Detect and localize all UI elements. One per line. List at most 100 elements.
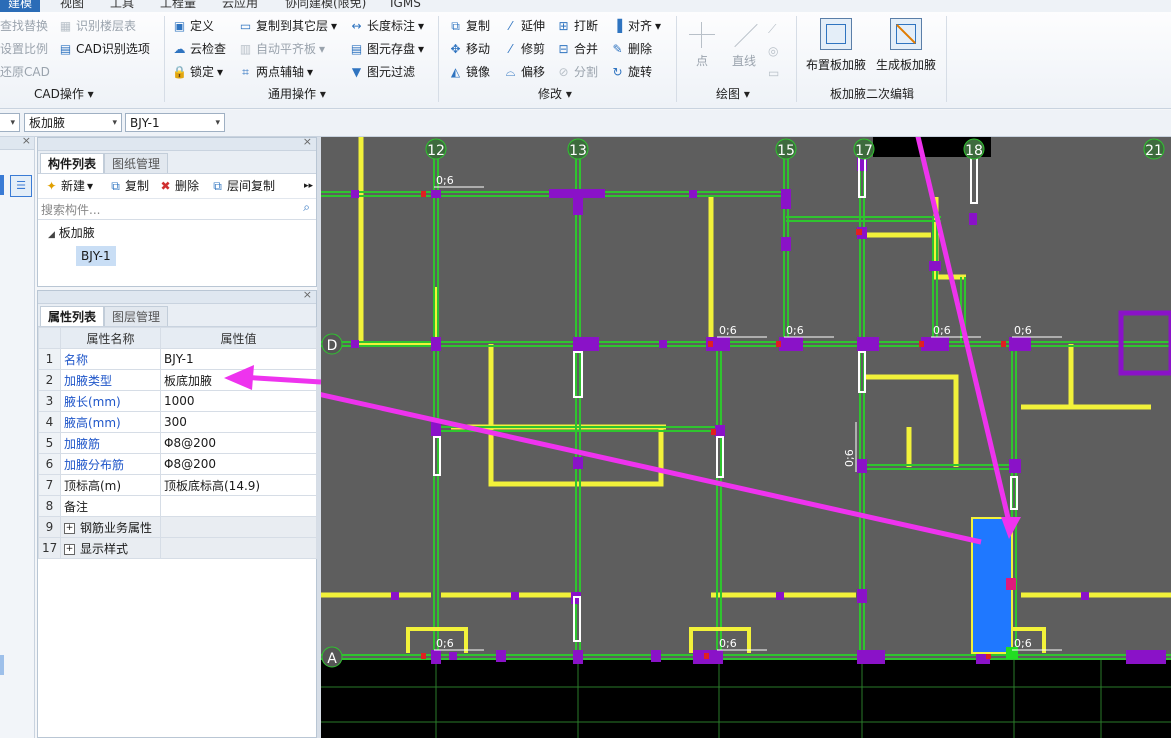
menu-tab-cloud[interactable]: 云应用 xyxy=(222,0,258,12)
expand-row[interactable]: + 显示样式 xyxy=(60,537,161,559)
expand-icon[interactable]: + xyxy=(64,522,75,534)
two-point-axis-button[interactable]: ⌗ 两点辅轴 ▾ xyxy=(238,62,313,82)
auto-align-slab-button[interactable]: ▥ 自动平齐板 ▾ xyxy=(238,39,325,59)
dim-label: 0;6 xyxy=(719,637,737,650)
draw-shape-icons[interactable]: ⟋ ◎ ▭ xyxy=(768,18,779,84)
close-icon[interactable]: × xyxy=(303,288,312,301)
tree-node-slab-haunch[interactable]: ◢ 板加腋 xyxy=(48,224,95,241)
menu-tab-tools[interactable]: 工具 xyxy=(110,0,134,12)
search-input[interactable]: 搜索构件... xyxy=(41,201,100,218)
delete-button[interactable]: ✎ 删除 xyxy=(610,39,652,59)
copy-button[interactable]: ⧉ 复制 xyxy=(448,16,490,36)
lock-icon: 🔒 xyxy=(172,64,187,79)
cad-group-label[interactable]: CAD操作 ▾ xyxy=(34,84,94,104)
tab-drawing-manage[interactable]: 图纸管理 xyxy=(104,153,169,173)
type-selector[interactable]: 板加腋 ▾ xyxy=(24,113,122,132)
tab-property-list[interactable]: 属性列表 xyxy=(40,306,105,326)
place-slab-haunch-button[interactable]: 布置板加腋 xyxy=(804,18,868,73)
floor-plan[interactable]: 0;6 0;6 0;6 0;6 0;6 0;6 0;6 0;6 0;6 12 1… xyxy=(321,137,1171,738)
more-toolbar-icon[interactable]: ▸▸ xyxy=(304,177,313,195)
tree-node-bjy1[interactable]: BJY-1 xyxy=(76,246,116,266)
offset-button[interactable]: ⌓ 偏移 xyxy=(503,62,545,82)
move-button[interactable]: ✥ 移动 xyxy=(448,39,490,59)
merge-button[interactable]: ⊟ 合并 xyxy=(556,39,598,59)
element-filter-button[interactable]: ▼ 图元过滤 xyxy=(349,62,415,82)
length-dim-button[interactable]: ↔ 长度标注 ▾ xyxy=(349,16,424,36)
identify-floor-table-button[interactable]: ▦ 识别楼层表 xyxy=(58,16,136,36)
table-row: 4 腋高(mm) 300 xyxy=(38,411,317,433)
cad-options-button[interactable]: ▤ CAD识别选项 xyxy=(58,39,150,59)
nav-tab-indicator[interactable] xyxy=(0,175,4,195)
property-value[interactable]: 300 xyxy=(160,411,317,433)
close-icon[interactable]: × xyxy=(22,134,31,147)
split-button[interactable]: ⊘ 分割 xyxy=(556,62,598,82)
define-button[interactable]: ▣ 定义 xyxy=(172,16,214,36)
header-value: 属性值 xyxy=(160,327,317,349)
cloud-icon: ☁ xyxy=(173,41,186,56)
copy-to-floor-button[interactable]: ▭ 复制到其它层 ▾ xyxy=(238,16,337,36)
cloud-check-button[interactable]: ☁ 云检查 xyxy=(172,39,227,59)
trim-button[interactable]: ⁄ 修剪 xyxy=(503,39,545,59)
floor-selector[interactable]: ▾ xyxy=(0,113,20,132)
copy-component-button[interactable]: ⧉ 复制 xyxy=(108,177,149,195)
ribbon: 查找替换 ▦ 识别楼层表 设置比例 ▤ CAD识别选项 还原CAD CAD操作 ▾ … xyxy=(0,12,1171,109)
cad-icon: ▤ xyxy=(59,41,72,56)
search-box[interactable]: 搜索构件... ⌕ xyxy=(38,199,316,220)
filter-icon: ▼ xyxy=(351,64,362,79)
break-icon: ⊞ xyxy=(558,18,569,33)
break-button[interactable]: ⊞ 打断 xyxy=(556,16,598,36)
component-selector[interactable]: BJY-1 ▾ xyxy=(125,113,225,132)
list-view-icon[interactable]: ☰ xyxy=(10,175,32,197)
restore-cad-button[interactable]: 还原CAD xyxy=(0,62,50,82)
lock-button[interactable]: 🔒 锁定 ▾ xyxy=(172,62,223,82)
nav-scroll-marker[interactable] xyxy=(0,655,4,675)
property-value[interactable]: Φ8@200 xyxy=(160,453,317,475)
property-value[interactable]: 顶板底标高(14.9) xyxy=(160,474,317,496)
dim-label: 0;6 xyxy=(436,174,454,187)
menu-tab-collab[interactable]: 协同建模(限免) xyxy=(285,0,366,12)
move-icon: ✥ xyxy=(450,41,461,56)
set-scale-button[interactable]: 设置比例 xyxy=(0,39,48,59)
expand-row[interactable]: + 钢筋业务属性 xyxy=(60,516,161,538)
delete-component-button[interactable]: ✖ 删除 xyxy=(158,177,199,195)
property-value[interactable]: Φ8@200 xyxy=(160,432,317,454)
draw-point-button[interactable]: 点 xyxy=(686,18,718,69)
floor-copy-button[interactable]: ⧉ 层间复制 xyxy=(210,177,275,195)
expand-icon[interactable]: + xyxy=(64,543,75,555)
generate-slab-haunch-button[interactable]: 生成板加腋 xyxy=(874,18,938,73)
table-row: 5 加腋筋 Φ8@200 xyxy=(38,432,317,454)
axis-label-12: 12 xyxy=(427,143,445,159)
draw-line-button[interactable]: 直线 xyxy=(726,18,762,69)
modify-group-label[interactable]: 修改 ▾ xyxy=(538,84,572,104)
search-icon[interactable]: ⌕ xyxy=(303,200,310,215)
menu-tab-igms[interactable]: IGMS xyxy=(390,0,421,12)
collapse-icon[interactable]: ◢ xyxy=(48,230,55,240)
extend-icon: ⁄ xyxy=(509,18,512,33)
menu-tab-view[interactable]: 视图 xyxy=(60,0,84,12)
axis-label-13: 13 xyxy=(569,143,587,159)
extend-button[interactable]: ⁄ 延伸 xyxy=(503,16,545,36)
property-value[interactable] xyxy=(160,495,317,517)
rotate-button[interactable]: ↻ 旋转 xyxy=(610,62,652,82)
trim-icon: ⁄ xyxy=(509,41,512,56)
mirror-button[interactable]: ◭ 镜像 xyxy=(448,62,490,82)
line-icon xyxy=(726,18,762,52)
draw-group-label[interactable]: 绘图 ▾ xyxy=(716,84,750,104)
tab-component-list[interactable]: 构件列表 xyxy=(40,153,105,173)
dim-label: 0;6 xyxy=(933,324,951,337)
align-button[interactable]: ▐ 对齐 ▾ xyxy=(610,16,661,36)
table-row: 9 + 钢筋业务属性 xyxy=(38,516,317,538)
save-element-button[interactable]: ▤ 图元存盘 ▾ xyxy=(349,39,424,59)
axis-label-d: D xyxy=(327,338,338,354)
general-group-label[interactable]: 通用操作 ▾ xyxy=(268,84,326,104)
property-list-panel: × 属性列表 图层管理 属性名称 属性值 1 名称 BJY-1 2 加腋类型 板底加腋 3… xyxy=(37,288,317,738)
find-replace-button[interactable]: 查找替换 xyxy=(0,16,48,36)
menu-tab-build[interactable]: 建模 xyxy=(0,0,41,12)
tab-layer-manage[interactable]: 图层管理 xyxy=(104,306,169,326)
split-icon: ⊘ xyxy=(558,64,569,79)
new-component-button[interactable]: ✦ 新建 ▾ xyxy=(44,177,93,195)
drawing-canvas[interactable]: 0;6 0;6 0;6 0;6 0;6 0;6 0;6 0;6 0;6 12 1… xyxy=(321,137,1171,738)
close-icon[interactable]: × xyxy=(303,135,312,148)
haunch-handle[interactable] xyxy=(1006,578,1016,590)
menu-tab-quantity[interactable]: 工程量 xyxy=(160,0,196,12)
